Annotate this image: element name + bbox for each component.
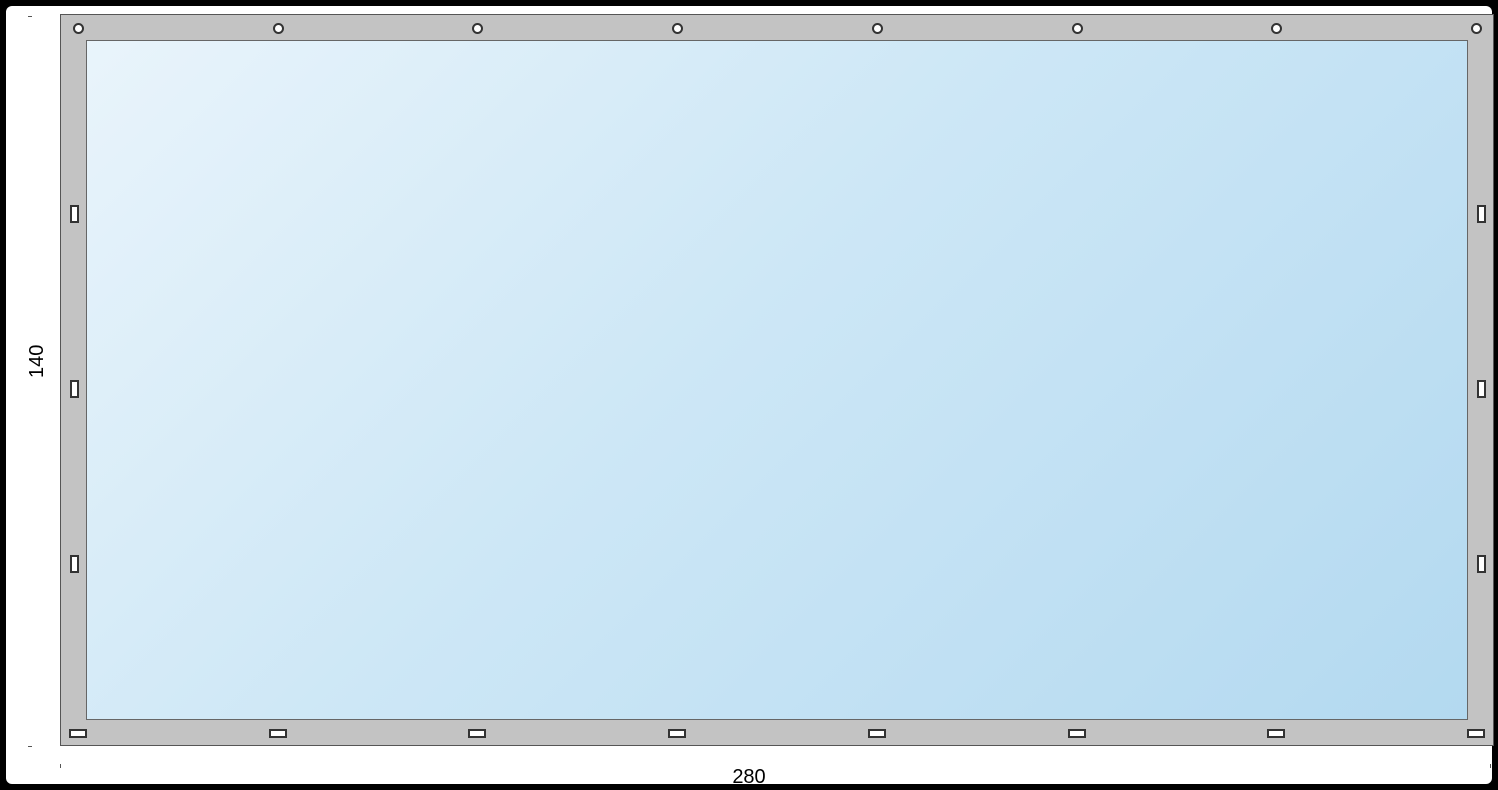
slot-icon — [70, 555, 79, 573]
slot-icon — [1068, 729, 1086, 738]
tarp-frame — [60, 14, 1494, 746]
grommet-icon — [1072, 23, 1083, 34]
slot-icon — [1267, 729, 1285, 738]
tick-mark — [28, 16, 32, 17]
grommet-icon — [273, 23, 284, 34]
slot-icon — [1477, 555, 1486, 573]
slot-icon — [468, 729, 486, 738]
window-panel — [86, 40, 1468, 720]
slot-icon — [868, 729, 886, 738]
slot-icon — [69, 729, 87, 738]
grommet-icon — [1471, 23, 1482, 34]
diagram-stage: 140 280 — [0, 0, 1498, 790]
grommet-icon — [1271, 23, 1282, 34]
tick-mark — [1490, 764, 1491, 768]
diagram-card: 140 280 — [6, 6, 1492, 784]
grommet-icon — [472, 23, 483, 34]
slot-icon — [70, 380, 79, 398]
slot-icon — [269, 729, 287, 738]
slot-icon — [1477, 205, 1486, 223]
tick-mark — [60, 764, 61, 768]
grommet-icon — [872, 23, 883, 34]
slot-icon — [1467, 729, 1485, 738]
slot-icon — [1477, 380, 1486, 398]
grommet-icon — [73, 23, 84, 34]
slot-icon — [668, 729, 686, 738]
slot-icon — [70, 205, 79, 223]
tick-mark — [28, 746, 32, 747]
dimension-width-label: 280 — [6, 766, 1492, 789]
grommet-icon — [672, 23, 683, 34]
dimension-height-label: 140 — [26, 345, 49, 378]
